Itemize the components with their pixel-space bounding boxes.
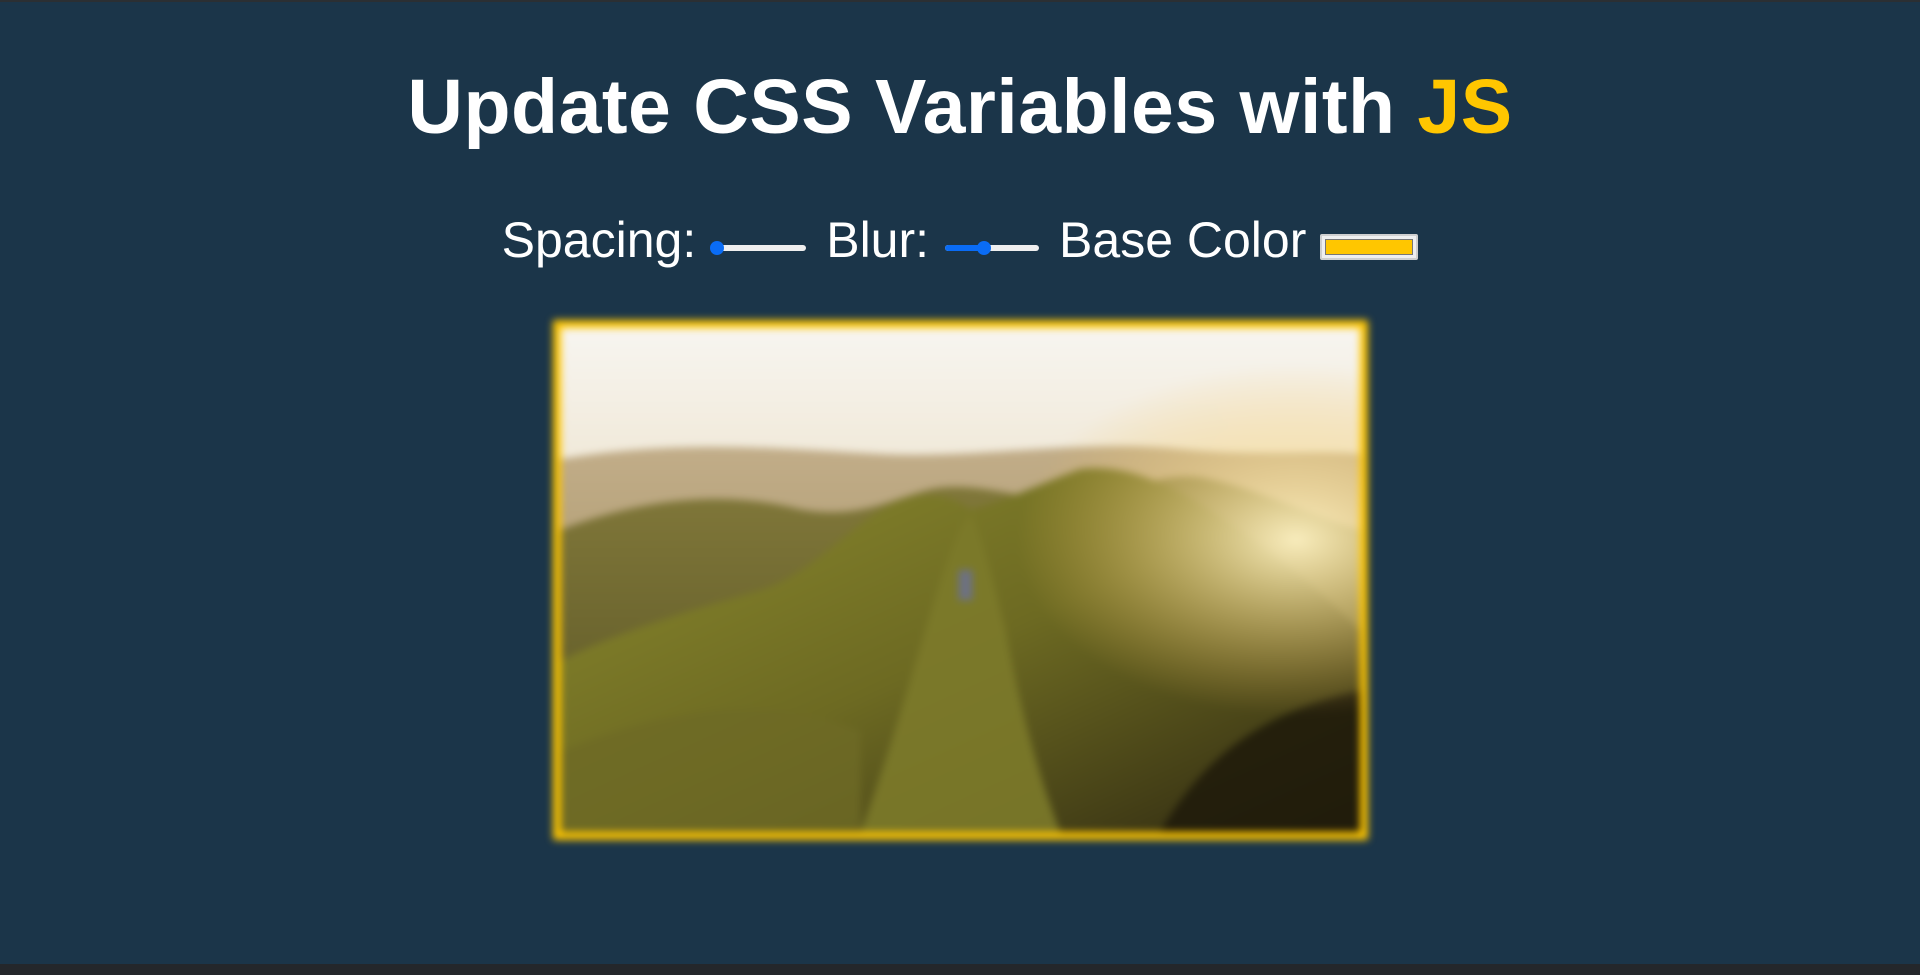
- base-color-label: Base Color: [1059, 212, 1307, 268]
- mountain-landscape-photo: [561, 328, 1360, 832]
- window-top-edge: [0, 0, 1920, 2]
- base-color-picker[interactable]: [1320, 234, 1419, 260]
- base-color-swatch: [1325, 239, 1414, 255]
- title-text: Update CSS Variables with: [407, 64, 1418, 150]
- blur-label: Blur:: [826, 212, 930, 268]
- spacing-slider-thumb[interactable]: [710, 241, 725, 255]
- title-highlight: JS: [1417, 64, 1513, 150]
- spacing-slider[interactable]: [710, 238, 808, 258]
- blur-slider[interactable]: [943, 238, 1041, 258]
- controls-bar: Spacing: Blur: Base Color: [0, 208, 1920, 272]
- spacing-slider-track: [712, 245, 807, 251]
- spacing-label: Spacing:: [501, 212, 697, 268]
- photo-frame: [553, 320, 1368, 840]
- blur-slider-thumb[interactable]: [976, 241, 991, 255]
- page-title: Update CSS Variables with JS: [0, 64, 1920, 150]
- window-bottom-edge: [0, 964, 1920, 975]
- mountain-landscape-image: [561, 328, 1360, 832]
